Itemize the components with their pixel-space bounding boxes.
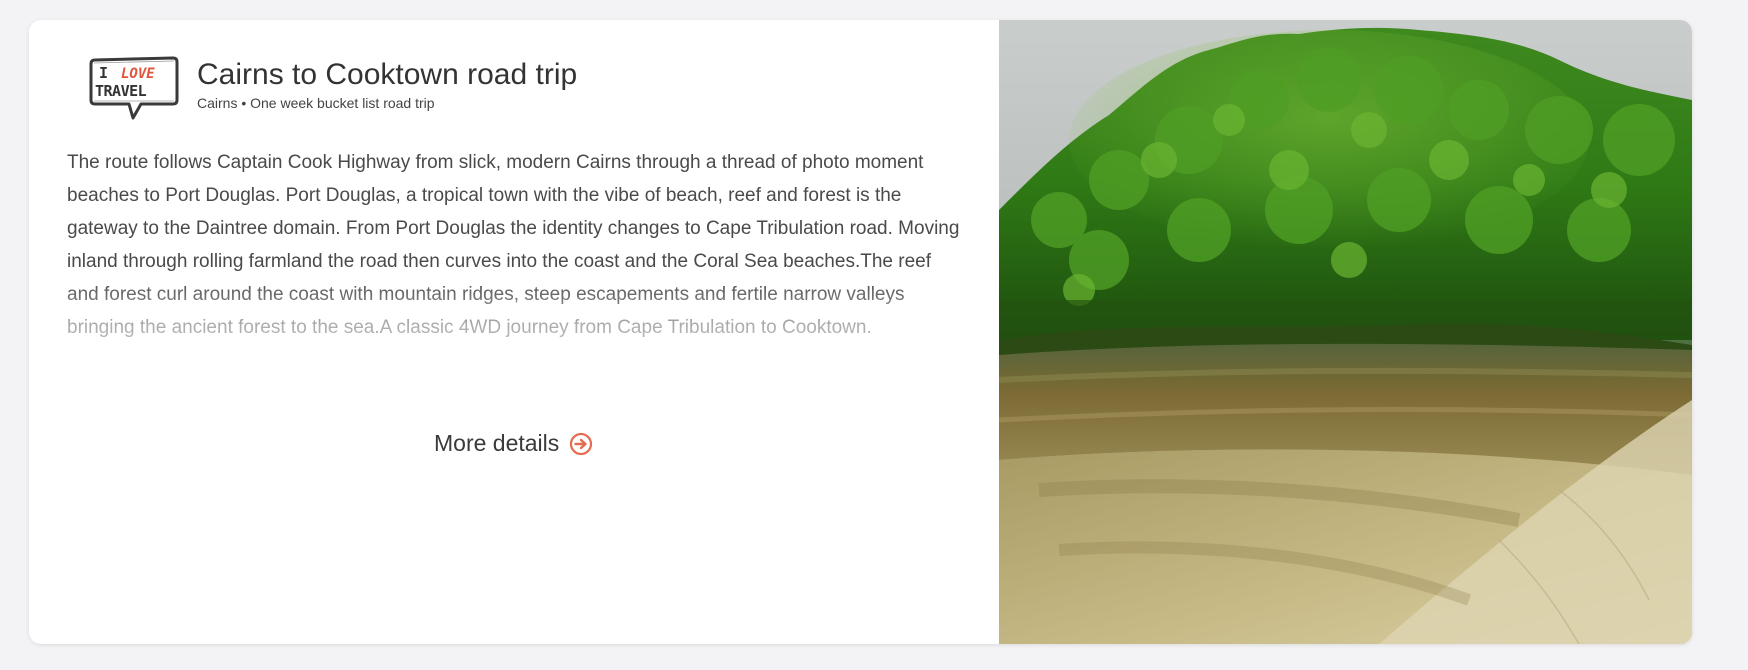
rainforest-beach-image bbox=[999, 20, 1692, 644]
arrow-circle-right-icon bbox=[570, 432, 593, 455]
trip-photo bbox=[999, 20, 1692, 644]
logo-word-love: LOVE bbox=[121, 66, 155, 82]
trip-card-content: I LOVE TRAVEL Cairns to Cooktown road tr… bbox=[29, 20, 999, 644]
trip-subtitle: Cairns • One week bucket list road trip bbox=[197, 95, 435, 111]
more-details-button[interactable]: More details bbox=[434, 430, 593, 457]
i-love-travel-logo: I LOVE TRAVEL bbox=[89, 56, 179, 120]
trip-card: I LOVE TRAVEL Cairns to Cooktown road tr… bbox=[29, 20, 1692, 644]
more-details-label: More details bbox=[434, 430, 560, 456]
trip-title: Cairns to Cooktown road trip bbox=[197, 58, 578, 91]
trip-description: The route follows Captain Cook Highway f… bbox=[67, 152, 960, 338]
logo-word-travel: TRAVEL bbox=[95, 82, 147, 100]
logo-word-i: I bbox=[99, 64, 108, 82]
